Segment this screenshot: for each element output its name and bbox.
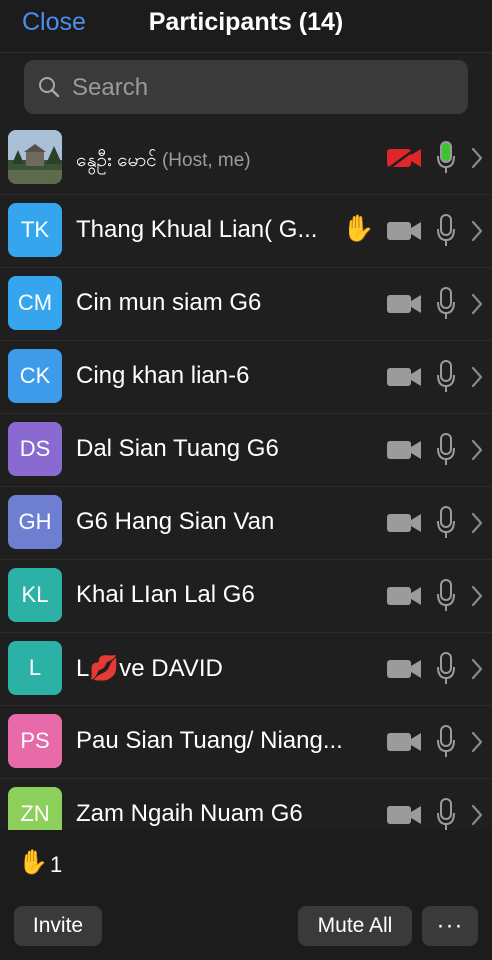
- raised-hand-count: 1: [50, 852, 63, 877]
- participant-name-text: Zam Ngaih Nuam G6: [76, 800, 303, 827]
- chevron-right-icon[interactable]: [470, 730, 484, 754]
- participant-list: နွေဦး မောင် (Host, me) TK Thang Khual Lian…: [0, 122, 492, 852]
- mic-icon: [437, 798, 455, 830]
- participant-name: Pau Sian Tuang/ Niang...: [76, 727, 343, 755]
- video-icon: [387, 441, 421, 459]
- participant-name: နွေဦး မောင် (Host, me): [76, 148, 251, 176]
- video-icon: [387, 806, 421, 824]
- mic-icon: [437, 506, 455, 538]
- avatar: TK: [8, 203, 62, 257]
- participant-name-text: G6 Hang Sian Van: [76, 508, 275, 535]
- raised-hand-icon: ✋: [18, 849, 48, 876]
- chevron-right-icon[interactable]: [470, 292, 484, 316]
- participant-row[interactable]: KL Khai LIan Lal G6: [0, 560, 492, 633]
- mic-icon: [437, 725, 455, 757]
- video-icon: [387, 733, 421, 751]
- video-icon: [387, 514, 421, 532]
- invite-button[interactable]: Invite: [14, 906, 102, 946]
- mic-icon: [437, 287, 455, 319]
- raised-hand-icon: ✋: [342, 213, 375, 243]
- participant-name: L💋ve DAVID: [76, 654, 223, 683]
- avatar: [8, 130, 62, 184]
- avatar: GH: [8, 495, 62, 549]
- avatar: DS: [8, 422, 62, 476]
- mute-all-button[interactable]: Mute All: [298, 906, 412, 946]
- participant-name: Cin mun siam G6: [76, 289, 261, 317]
- avatar: KL: [8, 568, 62, 622]
- participant-row[interactable]: L L💋ve DAVID: [0, 633, 492, 706]
- chevron-right-icon[interactable]: [470, 657, 484, 681]
- participant-row[interactable]: DS Dal Sian Tuang G6: [0, 414, 492, 487]
- chevron-right-icon[interactable]: [470, 365, 484, 389]
- page-title: Participants (14): [148, 8, 344, 36]
- participant-row[interactable]: GH G6 Hang Sian Van: [0, 487, 492, 560]
- chevron-right-icon[interactable]: [470, 511, 484, 535]
- participant-name-text: Cing khan lian-6: [76, 362, 250, 389]
- chevron-right-icon[interactable]: [470, 584, 484, 608]
- mic-icon: [437, 433, 455, 465]
- more-options-button[interactable]: ···: [422, 906, 478, 946]
- search-box[interactable]: [24, 60, 468, 116]
- participant-name: Dal Sian Tuang G6: [76, 435, 279, 463]
- participant-row[interactable]: CK Cing khan lian-6: [0, 341, 492, 414]
- video-off-icon: [387, 146, 421, 170]
- participant-name-text: L💋ve DAVID: [76, 655, 223, 682]
- chevron-right-icon[interactable]: [470, 219, 484, 243]
- participant-name: Khai LIan Lal G6: [76, 581, 255, 609]
- avatar: L: [8, 641, 62, 695]
- bottom-toolbar: Invite Mute All ···: [0, 896, 492, 960]
- participant-name: G6 Hang Sian Van: [76, 508, 274, 536]
- participant-name-text: Thang Khual Lian( G...: [76, 216, 318, 243]
- raised-hands-summary: ✋ 1: [0, 830, 492, 896]
- chevron-right-icon[interactable]: [470, 146, 484, 170]
- participant-name: Cing khan lian-6: [76, 362, 249, 390]
- participant-name-text: Khai LIan Lal G6: [76, 581, 255, 608]
- participant-row[interactable]: TK Thang Khual Lian( G... ✋: [0, 195, 492, 268]
- search-input[interactable]: [70, 60, 454, 116]
- participant-name: Zam Ngaih Nuam G6: [76, 800, 303, 828]
- participant-row[interactable]: နွေဦး မောင် (Host, me): [0, 122, 492, 195]
- mic-icon: [437, 360, 455, 392]
- participant-name: Thang Khual Lian( G...: [76, 216, 317, 244]
- mic-icon: [437, 579, 455, 611]
- mic-icon: [437, 214, 455, 246]
- profile-photo-icon: [8, 130, 62, 184]
- video-icon: [387, 368, 421, 386]
- search-icon: [39, 77, 60, 98]
- participant-name-text: Cin mun siam G6: [76, 289, 262, 316]
- video-icon: [387, 222, 421, 240]
- host-label: (Host, me): [161, 150, 251, 171]
- participant-row[interactable]: PS Pau Sian Tuang/ Niang...: [0, 706, 492, 779]
- avatar: CK: [8, 349, 62, 403]
- avatar: CM: [8, 276, 62, 330]
- participant-name-text: Pau Sian Tuang/ Niang...: [76, 727, 343, 754]
- video-icon: [387, 295, 421, 313]
- participants-screen: Close Participants (14) နွေဦး မောင် (Hos…: [0, 0, 492, 960]
- video-icon: [387, 587, 421, 605]
- avatar: PS: [8, 714, 62, 768]
- video-icon: [387, 660, 421, 678]
- participant-name-text: နွေဦး မောင်: [76, 150, 157, 171]
- chevron-right-icon[interactable]: [470, 803, 484, 827]
- header: Close Participants (14): [0, 0, 492, 53]
- mic-icon: [437, 652, 455, 684]
- participant-row[interactable]: CM Cin mun siam G6: [0, 268, 492, 341]
- participant-name-text: Dal Sian Tuang G6: [76, 435, 279, 462]
- mic-on-icon: [437, 141, 455, 173]
- chevron-right-icon[interactable]: [470, 438, 484, 462]
